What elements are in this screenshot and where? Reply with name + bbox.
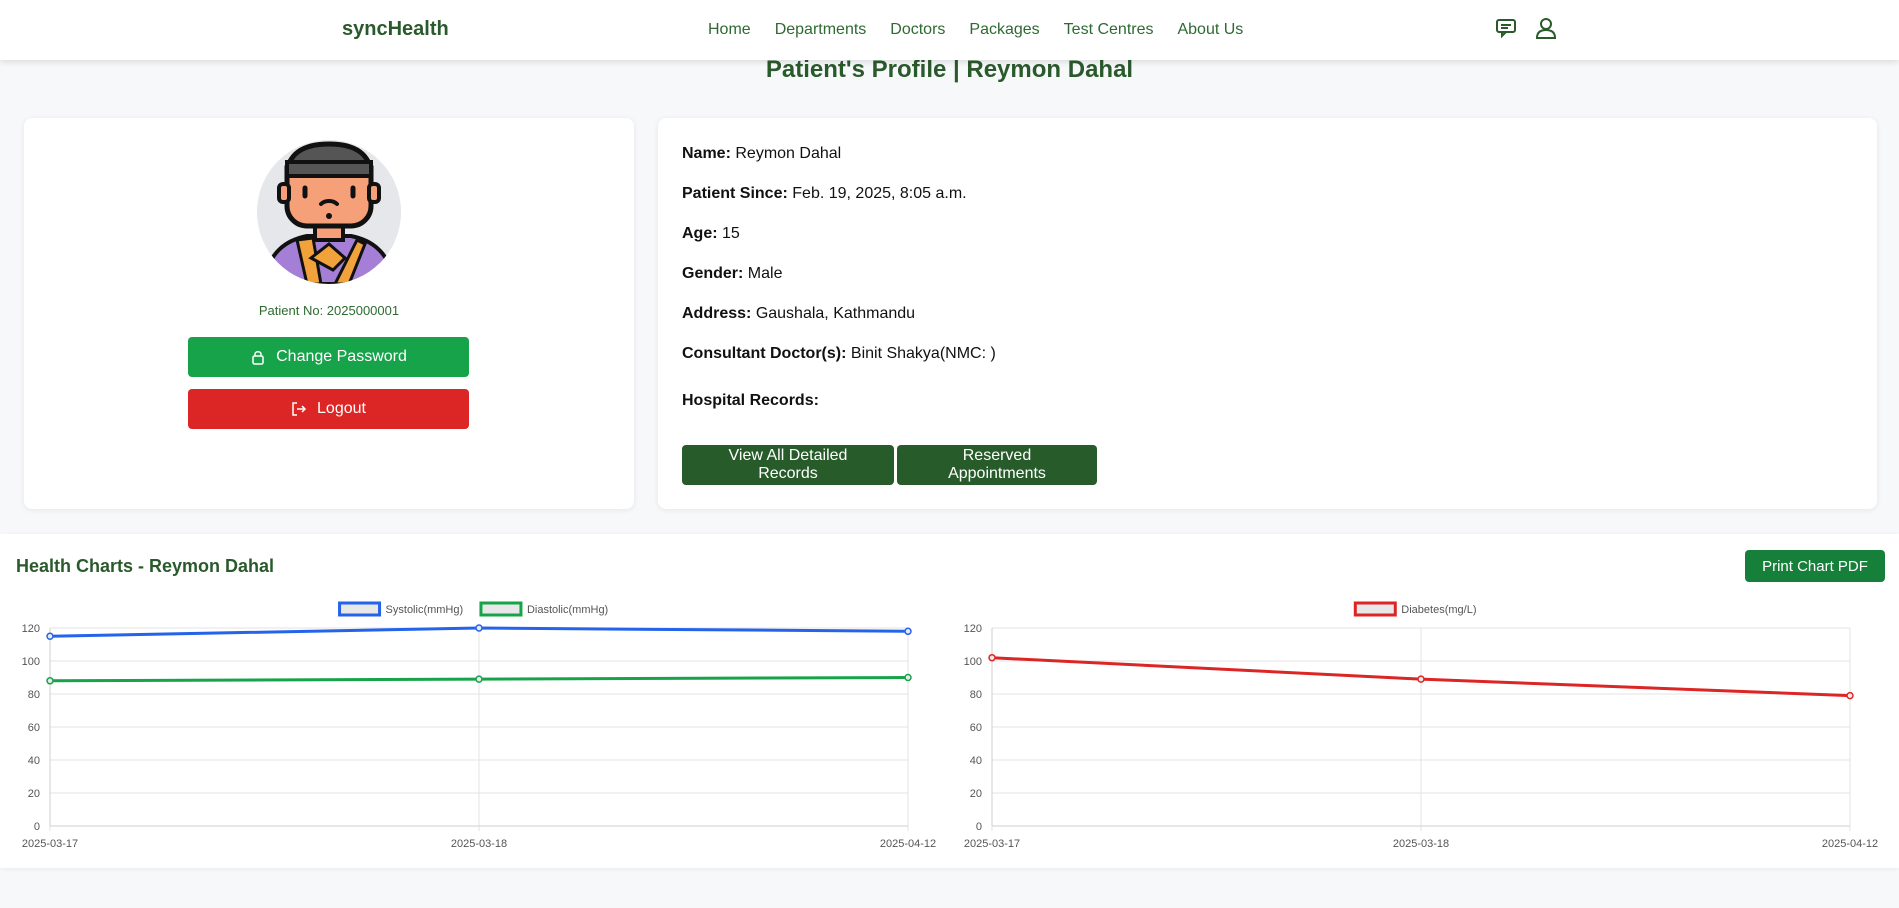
nav-link-packages[interactable]: Packages: [969, 20, 1039, 40]
x-tick-label: 2025-03-17: [964, 838, 1020, 850]
x-tick-label: 2025-04-12: [880, 838, 936, 850]
legend-label: Diabetes(mg/L): [1401, 604, 1476, 616]
page-title: Patient's Profile | Reymon Dahal: [765, 56, 1134, 83]
data-point: [1417, 675, 1425, 683]
detail-age: Age: 15: [682, 225, 740, 243]
user-icon[interactable]: [1534, 16, 1558, 40]
x-tick-label: 2025-03-17: [22, 838, 78, 850]
print-chart-pdf-button[interactable]: Print Chart PDF: [1745, 550, 1885, 582]
change-password-label: Change Password: [276, 348, 407, 365]
nav-link-doctors[interactable]: Doctors: [890, 20, 945, 40]
detail-age-label: Age:: [682, 225, 718, 242]
detail-address-value: Gaushala, Kathmandu: [755, 305, 916, 322]
avatar: [257, 140, 401, 284]
detail-since-label: Patient Since:: [682, 185, 788, 202]
x-tick-label: 2025-03-18: [451, 838, 507, 850]
y-tick-label: 0: [34, 821, 40, 833]
y-tick-label: 60: [970, 722, 982, 734]
logout-icon: [292, 402, 307, 416]
legend-label: Diastolic(mmHg): [527, 604, 608, 616]
data-point: [46, 632, 54, 640]
lock-icon: [252, 351, 264, 365]
change-password-button[interactable]: Change Password: [188, 337, 469, 377]
diabetes-chart: 0 20 40 60 80 100 120 2025-03-17 2025-03-18 2025-…: [964, 601, 1878, 850]
detail-address-label: Address:: [682, 305, 752, 322]
y-tick-label: 120: [22, 623, 40, 635]
nav-link-home[interactable]: Home: [708, 20, 751, 40]
nav-icons: [1494, 16, 1558, 40]
y-tick-label: 20: [28, 788, 40, 800]
y-tick-label: 20: [970, 788, 982, 800]
detail-gender-value: Male: [747, 265, 783, 282]
y-tick-label: 80: [28, 689, 40, 701]
detail-gender: Gender: Male: [682, 265, 782, 283]
y-tick-label: 80: [970, 689, 982, 701]
legend-label: Systolic(mmHg): [386, 604, 464, 616]
data-point: [475, 624, 483, 632]
health-charts-section: Health Charts - Reymon Dahal Print Chart…: [0, 534, 1899, 868]
logout-label: Logout: [317, 400, 366, 417]
data-point: [1846, 691, 1854, 700]
data-point: [904, 627, 912, 636]
nav-link-test-centres[interactable]: Test Centres: [1064, 20, 1154, 40]
detail-hospital-records: Hospital Records:: [682, 392, 819, 410]
detail-patient-since: Patient Since: Feb. 19, 2025, 8:05 a.m.: [682, 185, 967, 203]
chat-icon[interactable]: [1494, 16, 1518, 40]
view-all-records-button[interactable]: View All Detailed Records: [682, 445, 894, 485]
detail-name: Name: Reymon Dahal: [682, 145, 841, 163]
detail-name-value: Reymon Dahal: [735, 145, 842, 162]
hospital-records-label: Hospital Records:: [682, 392, 819, 409]
y-tick-label: 0: [976, 821, 982, 833]
x-tick-label: 2025-04-12: [1822, 838, 1878, 850]
legend-swatch: [479, 601, 523, 617]
nav-link-departments[interactable]: Departments: [775, 20, 867, 40]
blood-pressure-chart: 0 20 40 60 80 100 120 2025-03-17 2025-03-18 2025-…: [22, 601, 936, 850]
y-tick-label: 40: [970, 755, 982, 767]
reserved-appointments-button[interactable]: Reserved Appointments: [897, 445, 1097, 485]
detail-gender-label: Gender:: [682, 265, 744, 282]
data-point: [988, 653, 996, 662]
legend-swatch: [338, 601, 382, 617]
detail-since-value: Feb. 19, 2025, 8:05 a.m.: [792, 185, 967, 202]
nav-links: Home Departments Doctors Packages Test C…: [708, 20, 1267, 40]
detail-consultant-label: Consultant Doctor(s):: [682, 345, 847, 362]
y-tick-label: 100: [22, 656, 40, 668]
y-tick-label: 40: [28, 755, 40, 767]
detail-consultant: Consultant Doctor(s): Binit Shakya(NMC: …: [682, 345, 996, 363]
charts-title: Health Charts - Reymon Dahal: [16, 556, 275, 576]
detail-consultant-value: Binit Shakya(NMC: ): [850, 345, 996, 362]
detail-name-label: Name:: [682, 145, 731, 162]
detail-age-value: 15: [722, 225, 740, 242]
legend-swatch: [1353, 601, 1397, 617]
brand-logo[interactable]: syncHealth: [342, 18, 449, 41]
data-point: [46, 677, 54, 685]
y-tick-label: 60: [28, 722, 40, 734]
patient-details-card: Name: Reymon Dahal Patient Since: Feb. 1…: [658, 118, 1877, 509]
data-point: [475, 675, 483, 683]
navbar: syncHealth Home Departments Doctors Pack…: [0, 0, 1899, 60]
x-tick-label: 2025-03-18: [1393, 838, 1449, 850]
detail-address: Address: Gaushala, Kathmandu: [682, 305, 915, 323]
patient-number: Patient No: 2025000001: [258, 303, 400, 318]
y-tick-label: 100: [964, 656, 982, 668]
data-point: [904, 673, 912, 682]
nav-link-about-us[interactable]: About Us: [1177, 20, 1243, 40]
y-tick-label: 120: [964, 623, 982, 635]
logout-button[interactable]: Logout: [188, 389, 469, 429]
patient-avatar-icon: [257, 140, 401, 284]
profile-card: Patient No: 2025000001 Change Password L…: [24, 118, 634, 509]
